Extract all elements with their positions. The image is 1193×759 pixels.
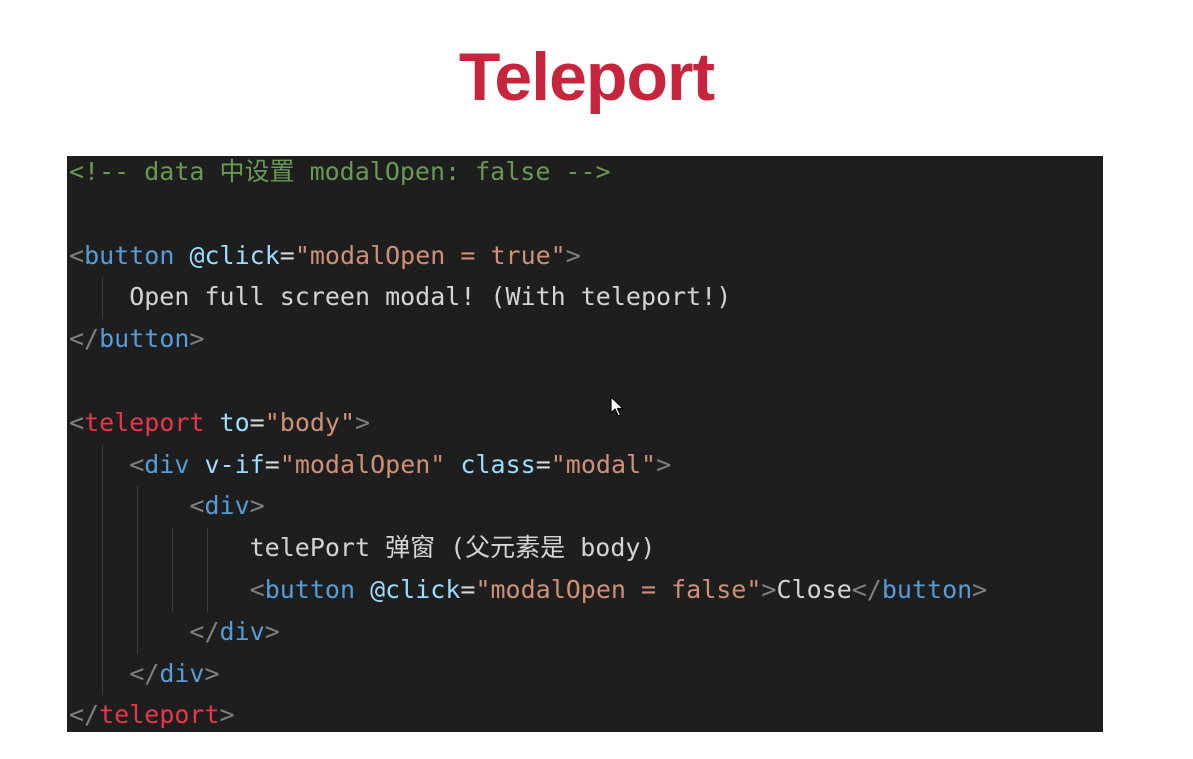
code-token-punct: > (204, 658, 220, 688)
code-token-str: "modalOpen = true" (294, 240, 566, 270)
code-token-tag-red: teleport (84, 407, 205, 437)
mouse-pointer-icon (610, 396, 624, 417)
code-token-punct: </ (189, 616, 220, 646)
code-token-attr: to (219, 407, 250, 437)
slide-title: Teleport (458, 39, 715, 115)
code-token-punct: </ (129, 658, 160, 688)
code-token-tag: button (881, 575, 973, 604)
code-token-punct: < (69, 407, 85, 437)
code-line: telePort 弹窗 (父元素是 body) (69, 532, 656, 574)
code-token-attr: class (460, 449, 536, 479)
code-token-tag: div (204, 491, 250, 521)
code-token-str: "modal" (550, 449, 657, 479)
code-token-punct: </ (69, 700, 100, 730)
code-line: </div> (69, 616, 280, 658)
code-token-txt: = (279, 240, 295, 270)
code-line: <button @click="modalOpen = true"> (69, 240, 581, 282)
code-line: <!-- data 中设置 modalOpen: false --> (69, 156, 611, 198)
code-token-comment: <!-- data 中设置 modalOpen: false --> (69, 157, 611, 186)
code-token-txt: = (535, 449, 551, 479)
code-token-punct: < (129, 449, 145, 479)
slide: Teleport <!-- data 中设置 modalOpen: false … (0, 0, 1193, 759)
code-token-punct: < (189, 491, 205, 521)
code-token-attr: @click (370, 575, 461, 604)
code-line: <div v-if="modalOpen" class="modal"> (69, 449, 671, 491)
code-token-tag-red: teleport (99, 700, 220, 730)
code-token-txt: Open full screen modal! (With teleport!) (69, 282, 732, 312)
code-token-punct: </ (851, 575, 882, 604)
code-line: <teleport to="body"> (69, 407, 370, 449)
code-token-tag: div (144, 449, 190, 479)
code-token-punct: </ (69, 324, 100, 354)
code-token-tag: button (84, 240, 175, 270)
code-token-tag: button (99, 324, 190, 354)
code-token-punct: > (189, 324, 205, 354)
code-line: Open full screen modal! (With teleport!) (69, 281, 731, 323)
code-token-txt: Close (776, 575, 852, 604)
code-token-punct: < (249, 575, 265, 604)
code-token-punct: > (355, 407, 371, 437)
code-token-punct: < (69, 240, 85, 270)
code-token-tag: button (264, 575, 355, 604)
code-token-tag: div (159, 658, 205, 688)
code-token-punct: > (249, 491, 265, 521)
code-line: <button @click="modalOpen = false">Close… (69, 574, 988, 616)
code-token-punct: > (219, 700, 235, 730)
code-token-punct: > (972, 575, 988, 604)
code-line: </teleport> (69, 699, 235, 732)
code-token-punct: > (761, 575, 777, 604)
code-token-str: "modalOpen = false" (475, 575, 762, 604)
code-line: </div> (69, 658, 220, 700)
code-token-txt: = (460, 575, 476, 604)
code-editor: <!-- data 中设置 modalOpen: false --> <butto… (67, 156, 1103, 732)
code-token-str: "modalOpen" (279, 449, 446, 479)
code-token-str: "body" (264, 407, 356, 437)
code-token-txt: telePort 弹窗 (父元素是 body) (69, 533, 656, 563)
code-token-punct: > (656, 449, 672, 479)
code-line: </button> (69, 323, 204, 365)
code-token-txt: = (264, 449, 280, 479)
code-token-attr: @click (189, 240, 280, 270)
code-token-punct: > (264, 616, 280, 646)
code-line: <div> (69, 490, 265, 532)
code-token-attr: v-if (204, 449, 265, 479)
code-token-txt: = (249, 407, 265, 437)
code-token-punct: > (565, 240, 581, 270)
code-token-tag: div (219, 616, 265, 646)
